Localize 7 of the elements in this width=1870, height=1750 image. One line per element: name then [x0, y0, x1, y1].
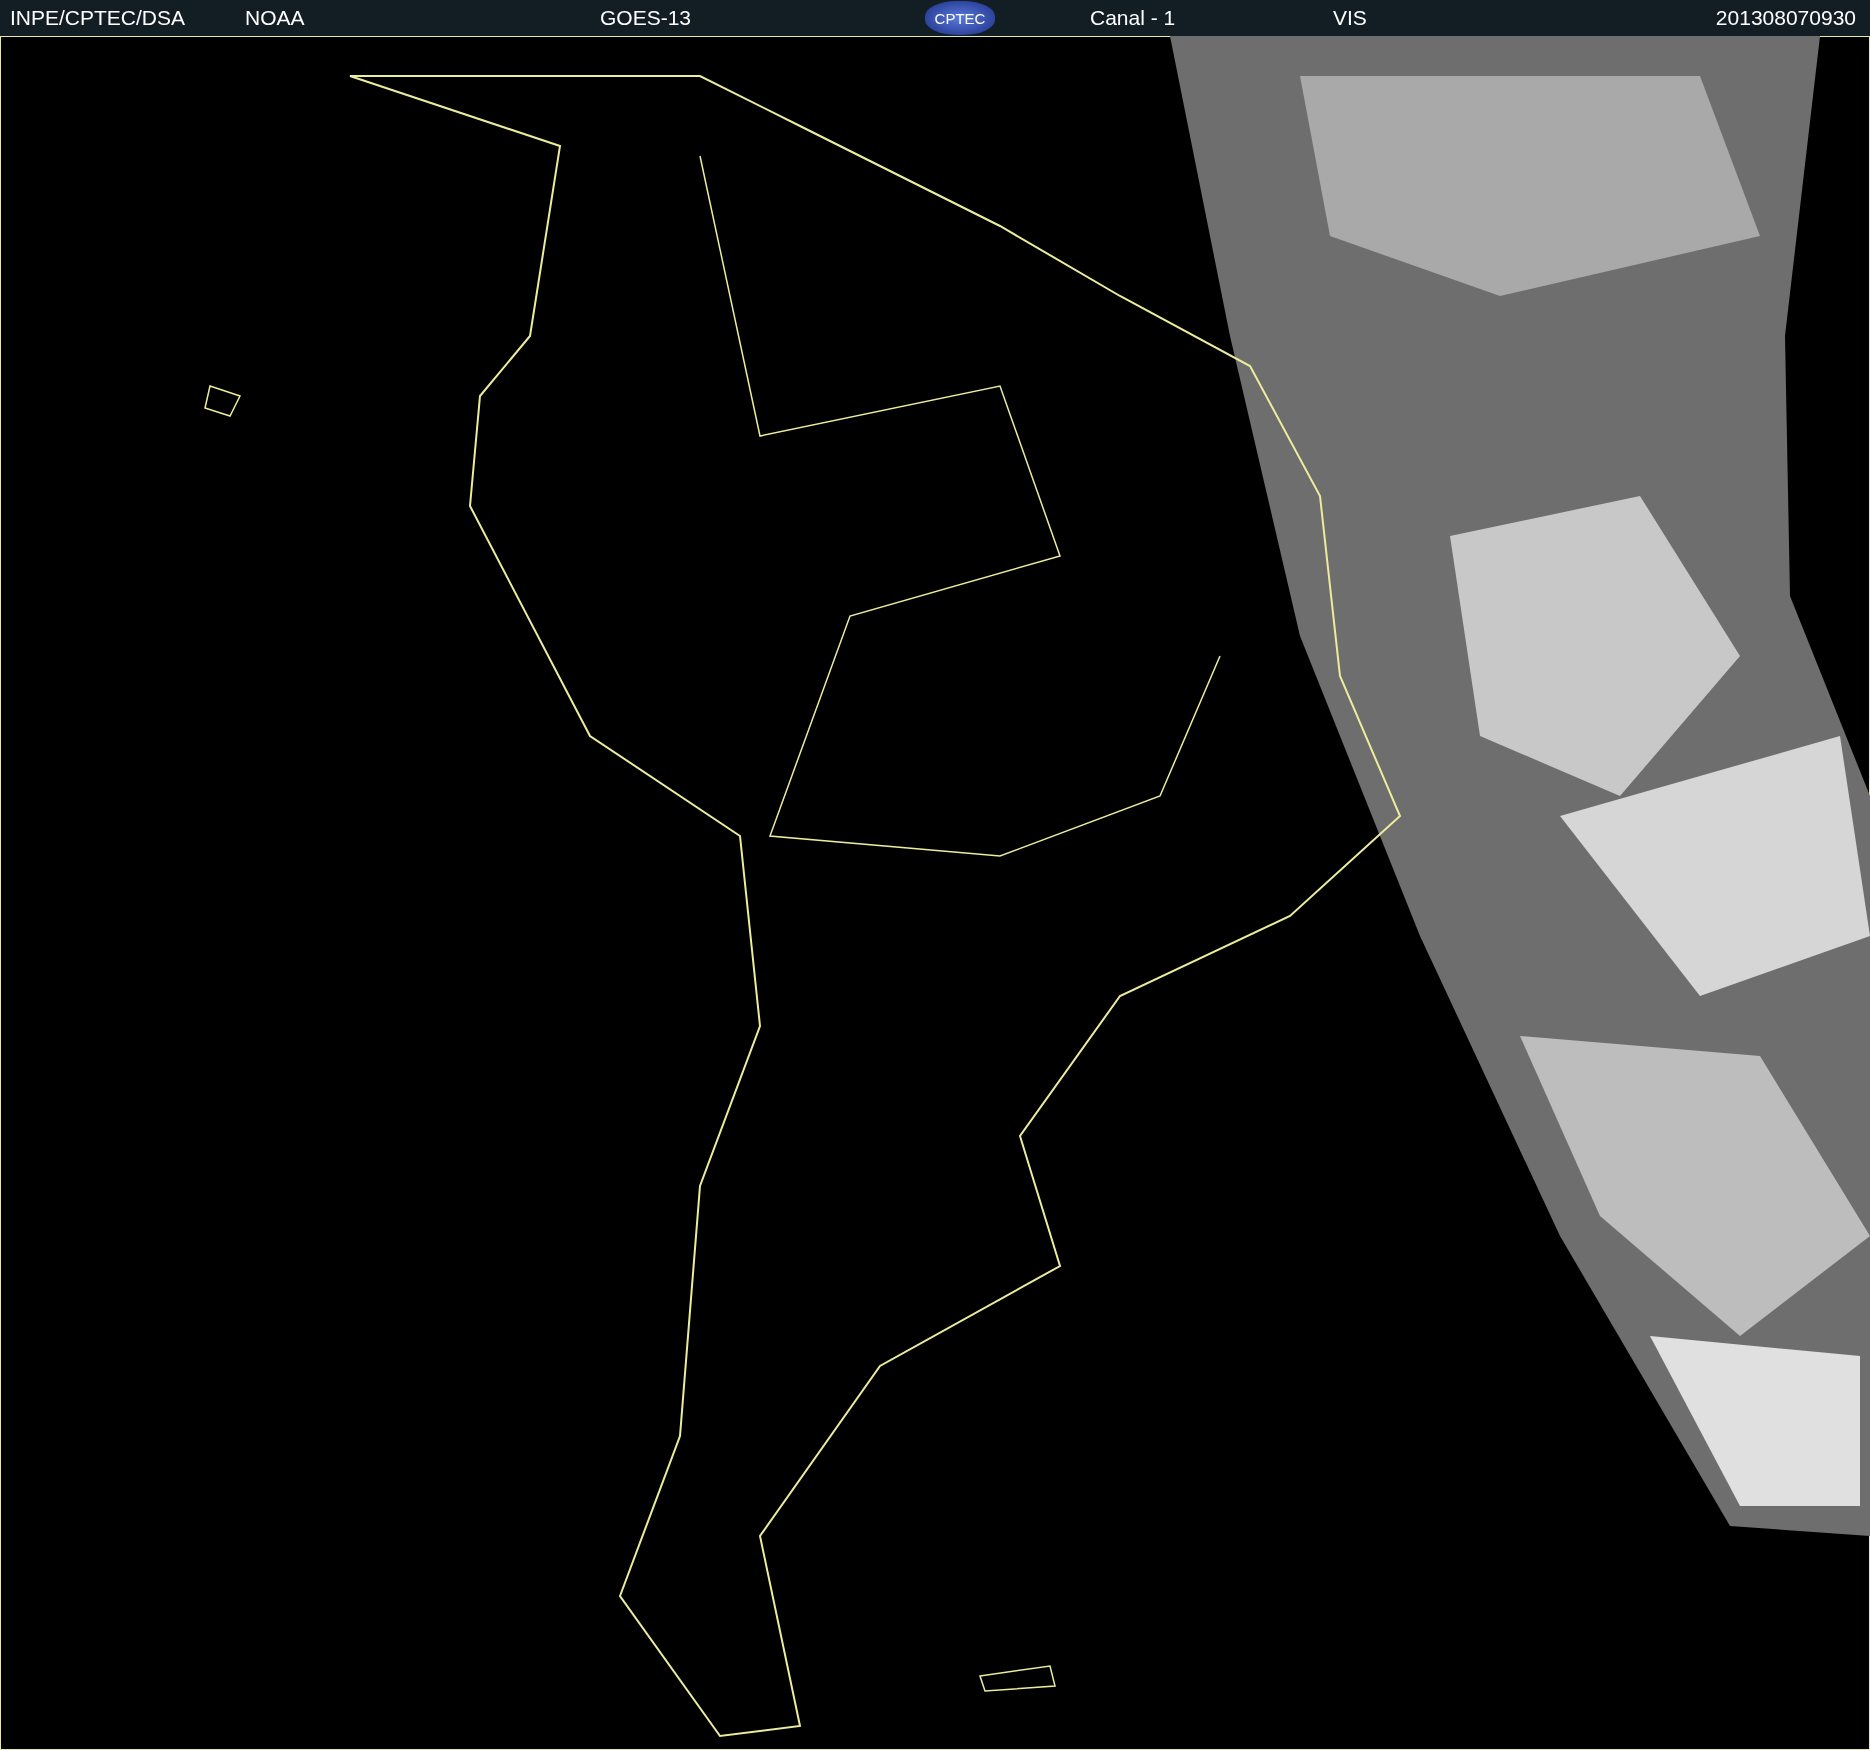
institution-label: INPE/CPTEC/DSA [10, 6, 187, 30]
agency-label: NOAA [245, 6, 306, 30]
satellite-label: GOES-13 [600, 6, 693, 30]
channel-label: Canal - 1 [1090, 6, 1177, 30]
logo: CPTEC [925, 1, 995, 35]
timestamp-label: 201308070930 [1715, 6, 1856, 30]
band-label: VIS [1333, 6, 1368, 30]
